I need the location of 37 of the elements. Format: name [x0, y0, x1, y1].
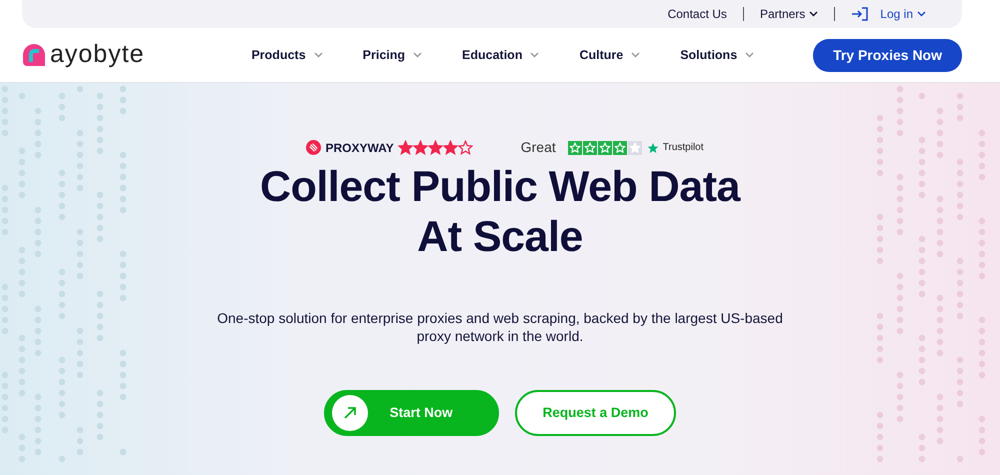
nav-item[interactable]: Solutions: [672, 46, 762, 64]
top-link[interactable]: Log in: [851, 5, 926, 23]
rating-label: Great: [520, 138, 556, 157]
brand-name: PROXYWAY: [325, 140, 394, 156]
login-icon: [851, 7, 868, 21]
logo-icon: [22, 43, 46, 67]
star-icon: [442, 140, 458, 155]
top-link[interactable]: Contact Us: [668, 5, 727, 23]
star-icon: [646, 142, 659, 154]
nav-item[interactable]: Education: [454, 46, 548, 64]
chevron-icon: [530, 52, 540, 58]
nav-item[interactable]: Culture: [571, 46, 648, 64]
chevron-icon: [745, 52, 754, 58]
logo[interactable]: ayobyte: [22, 36, 145, 74]
star-icon: [568, 140, 582, 154]
cta-button[interactable]: Try Proxies Now: [813, 38, 962, 72]
hero-subtitle: One-stop solution for enterprise proxies and web scraping, backed by the largest US-based proxy network in the world.: [216, 308, 784, 346]
star-icon: [398, 140, 413, 155]
top-link[interactable]: Partners: [760, 5, 818, 23]
chevron-icon: [413, 52, 422, 58]
star-icon: [582, 140, 597, 154]
star-icon: [428, 140, 443, 155]
hero-title: Collect Public Web Data At Scale: [260, 162, 740, 263]
proxyway-logo-icon: [306, 140, 322, 155]
nav-item[interactable]: Pricing: [354, 46, 430, 64]
star-icon: [628, 140, 642, 154]
star-icon: [458, 140, 473, 155]
brand-name: Trustpilot: [662, 141, 704, 155]
chevron-icon: [314, 52, 323, 58]
star-icon: [612, 140, 627, 154]
nav-item[interactable]: Products: [243, 46, 331, 64]
star-icon: [412, 140, 428, 155]
chevron-icon: [917, 11, 926, 17]
star-icon: [598, 140, 612, 154]
chevron-icon: [631, 52, 640, 58]
arrow-icon: [342, 406, 357, 420]
chevron-icon: [809, 11, 818, 17]
